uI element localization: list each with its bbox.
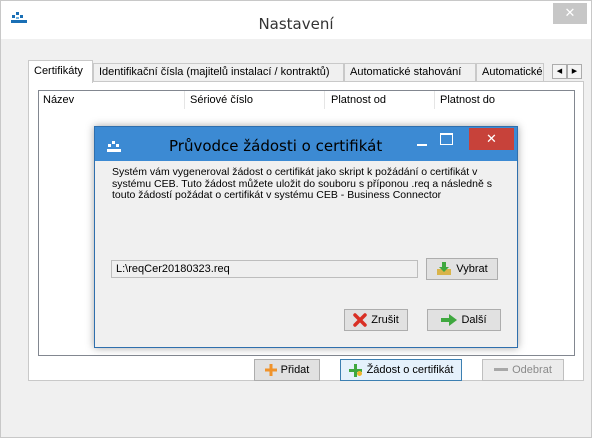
column-header-valid-from[interactable]: Platnost od (331, 91, 386, 109)
cancel-button[interactable]: Zrušit (344, 309, 408, 331)
browse-button[interactable]: Vybrat (426, 258, 498, 280)
request-certificate-label: Žádost o certifikát (366, 364, 454, 376)
tab-scroll-right-icon[interactable]: ▶ (567, 64, 582, 79)
window-titlebar[interactable]: Nastavení ✕ (1, 1, 591, 39)
cancel-button-label: Zrušit (371, 314, 399, 326)
red-x-icon (353, 313, 367, 327)
next-button-label: Další (461, 314, 487, 326)
column-header-valid-to[interactable]: Platnost do (440, 91, 495, 109)
column-separator (184, 91, 185, 109)
add-button[interactable]: Přidat (254, 359, 320, 381)
request-file-path-field[interactable]: L:\reqCer20180323.req (111, 260, 418, 278)
window-title: Nastavení (258, 15, 334, 33)
dialog-body: Systém vám vygeneroval žádost o certifik… (102, 162, 510, 342)
certificate-request-wizard-dialog: Průvodce žádosti o certifikát ✕ Systém v… (94, 126, 518, 348)
dialog-title: Průvodce žádosti o certifikát (169, 137, 383, 155)
remove-button[interactable]: Odebrat (482, 359, 564, 381)
column-separator (324, 91, 325, 109)
download-folder-icon (437, 262, 452, 276)
next-button[interactable]: Další (427, 309, 501, 331)
maximize-icon[interactable] (440, 133, 453, 145)
tab-automatic-more[interactable]: Automatické (476, 63, 544, 82)
column-header-name[interactable]: Název (43, 91, 74, 109)
window-close-button[interactable]: ✕ (553, 3, 587, 24)
arrow-right-icon (441, 314, 458, 327)
add-button-label: Přidat (280, 364, 310, 376)
dialog-titlebar[interactable]: Průvodce žádosti o certifikát ✕ (95, 127, 517, 161)
dialog-close-button[interactable]: ✕ (469, 128, 514, 150)
browse-button-label: Vybrat (456, 263, 488, 275)
tab-strip: Certifikáty Identifikační čísla (majitel… (28, 60, 584, 83)
app-icon (107, 141, 121, 152)
request-certificate-button[interactable]: Žádost o certifikát (340, 359, 462, 381)
certificate-plus-icon (348, 363, 362, 377)
tab-scroll-left-icon[interactable]: ◀ (552, 64, 567, 79)
dialog-message: Systém vám vygeneroval žádost o certifik… (112, 166, 492, 201)
tab-identification-numbers[interactable]: Identifikační čísla (majitelů instalací … (93, 63, 344, 82)
remove-button-label: Odebrat (512, 364, 552, 376)
tab-automatic-download[interactable]: Automatické stahování (344, 63, 476, 82)
column-separator (434, 91, 435, 109)
tab-certificates[interactable]: Certifikáty (28, 60, 93, 83)
minus-icon (494, 368, 509, 372)
minimize-icon[interactable] (415, 135, 429, 149)
column-header-serial[interactable]: Sériové číslo (190, 91, 253, 109)
plus-icon (264, 364, 277, 377)
